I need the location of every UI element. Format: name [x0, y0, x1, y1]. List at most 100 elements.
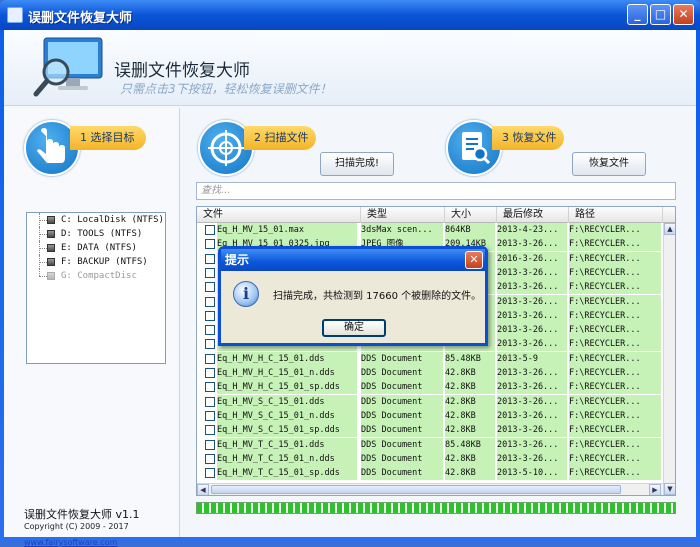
maximize-button[interactable]: □ [650, 4, 671, 25]
cell-type: DDS Document [361, 408, 443, 423]
cell-path: F:\RECYCLER... [569, 466, 661, 481]
scroll-left-icon[interactable]: ◀ [197, 484, 209, 495]
cell-modified: 2013-5-9 [497, 351, 567, 366]
cell-size: 864KB [445, 223, 495, 237]
cell-file: Eq_H_MV_S_C_15_01_sp.dds [217, 423, 357, 438]
cell-type: DDS Document [361, 366, 443, 380]
cell-modified: 2013-4-23... [497, 223, 567, 237]
table-row[interactable]: Eq_H_MV_H_C_15_01.dds DDS Document 85.48KB… [197, 351, 663, 366]
title-bar[interactable]: 误删文件恢复大师 _ □ ✕ [0, 0, 700, 30]
row-checkbox[interactable] [205, 339, 215, 350]
cell-path: F:\RECYCLER... [569, 323, 661, 338]
drive-item-c[interactable]: C: LocalDisk (NTFS) [27, 213, 165, 227]
vertical-scrollbar[interactable]: ▲ ▼ [663, 223, 675, 495]
row-checkbox[interactable] [205, 353, 215, 364]
scroll-up-icon[interactable]: ▲ [664, 223, 675, 235]
scan-progress-bar [196, 502, 676, 514]
close-button[interactable]: ✕ [673, 4, 694, 25]
row-checkbox[interactable] [205, 468, 215, 479]
scroll-right-icon[interactable]: ▶ [649, 484, 661, 495]
scroll-down-icon[interactable]: ▼ [664, 483, 675, 495]
website-link[interactable]: www.fairysoftware.com [24, 538, 117, 547]
row-checkbox[interactable] [205, 396, 215, 407]
cell-path: F:\RECYCLER... [569, 408, 661, 423]
cell-file: Eq_H_MV_H_C_15_01.dds [217, 351, 357, 366]
cell-size: 85.48KB [445, 351, 495, 366]
table-row[interactable]: Eq_H_MV_T_C_15_01_sp.dds DDS Document 42.8… [197, 466, 663, 481]
row-checkbox[interactable] [205, 253, 215, 264]
cell-file: Eq_H_MV_H_C_15_01_sp.dds [217, 380, 357, 395]
cell-path: F:\RECYCLER... [569, 265, 661, 280]
dialog-title[interactable]: 提示 [221, 249, 485, 271]
row-checkbox[interactable] [205, 410, 215, 421]
cell-size: 85.48KB [445, 437, 495, 452]
drive-item-d[interactable]: D: TOOLS (NTFS) [27, 227, 165, 241]
horizontal-scrollbar[interactable]: ◀ ▶ [197, 483, 663, 495]
row-checkbox[interactable] [205, 225, 215, 235]
row-checkbox[interactable] [205, 239, 215, 250]
cell-path: F:\RECYCLER... [569, 251, 661, 266]
header-banner: 误删文件恢复大师 只需点击3下按钮，轻松恢复误删文件！ [4, 30, 696, 106]
table-row[interactable]: Eq_H_MV_S_C_15_01.dds DDS Document 42.8KB 2… [197, 394, 663, 409]
search-input[interactable]: 查找... [196, 182, 676, 200]
cell-modified: 2016-3-26... [497, 251, 567, 266]
drive-item-e[interactable]: E: DATA (NTFS) [27, 241, 165, 255]
row-checkbox[interactable] [205, 453, 215, 464]
cell-modified: 2013-3-26... [497, 394, 567, 409]
row-checkbox[interactable] [205, 368, 215, 378]
cell-modified: 2013-3-26... [497, 408, 567, 423]
drive-item-f[interactable]: F: BACKUP (NTFS) [27, 255, 165, 269]
dialog-ok-button[interactable]: 确定 [322, 319, 386, 337]
cell-path: F:\RECYCLER... [569, 223, 661, 237]
table-row[interactable]: Eq_H_MV_15_01.max 3dsMax scen... 864KB 2013… [197, 223, 663, 237]
cell-path: F:\RECYCLER... [569, 351, 661, 366]
row-checkbox[interactable] [205, 296, 215, 307]
cell-size: 42.8KB [445, 466, 495, 481]
table-header: 文件 类型 大小 最后修改 路径 [197, 207, 675, 223]
table-row[interactable]: Eq_H_MV_S_C_15_01_sp.dds DDS Document 42.8… [197, 423, 663, 438]
cell-file: Eq_H_MV_S_C_15_01_n.dds [217, 408, 357, 423]
cell-modified: 2013-3-26... [497, 237, 567, 252]
cell-file: Eq_H_MV_T_C_15_01_n.dds [217, 451, 357, 466]
row-checkbox[interactable] [205, 282, 215, 293]
scan-button[interactable]: 扫描完成! [320, 152, 394, 176]
row-checkbox[interactable] [205, 310, 215, 321]
cell-path: F:\RECYCLER... [569, 294, 661, 309]
row-checkbox[interactable] [205, 439, 215, 450]
cell-type: DDS Document [361, 351, 443, 366]
col-header-file[interactable]: 文件 [197, 207, 361, 223]
table-row[interactable]: Eq_H_MV_H_C_15_01_n.dds DDS Document 42.8K… [197, 366, 663, 380]
row-checkbox[interactable] [205, 325, 215, 336]
cell-type: 3dsMax scen... [361, 223, 443, 237]
cell-size: 42.8KB [445, 423, 495, 438]
recover-button[interactable]: 恢复文件 [572, 152, 646, 176]
cell-path: F:\RECYCLER... [569, 380, 661, 395]
minimize-button[interactable]: _ [627, 4, 648, 25]
dialog-close-button[interactable]: ✕ [465, 251, 483, 269]
row-checkbox[interactable] [205, 267, 215, 278]
cell-modified: 2013-3-26... [497, 366, 567, 380]
app-icon [7, 7, 23, 23]
cell-size: 42.8KB [445, 366, 495, 380]
cell-modified: 2013-3-26... [497, 323, 567, 338]
header-app-name: 误删文件恢复大师 [114, 61, 250, 81]
col-header-size[interactable]: 大小 [445, 207, 497, 223]
col-header-modified[interactable]: 最后修改 [497, 207, 569, 223]
window-title: 误删文件恢复大师 [28, 11, 133, 26]
step3-label: 3 恢复文件 [492, 126, 564, 150]
monitor-magnifier-logo-icon [33, 37, 103, 97]
row-checkbox[interactable] [205, 425, 215, 436]
drive-tree[interactable]: C: LocalDisk (NTFS) D: TOOLS (NTFS) E: D… [26, 212, 166, 364]
cell-type: DDS Document [361, 394, 443, 409]
cell-size: 42.8KB [445, 451, 495, 466]
col-header-path[interactable]: 路径 [569, 207, 663, 223]
left-panel: 1 选择目标 C: LocalDisk (NTFS) D: TOOLS (NTF… [4, 108, 180, 547]
table-row[interactable]: Eq_H_MV_S_C_15_01_n.dds DDS Document 42.8K… [197, 408, 663, 423]
row-checkbox[interactable] [205, 382, 215, 393]
table-row[interactable]: Eq_H_MV_H_C_15_01_sp.dds DDS Document 42.8… [197, 380, 663, 395]
col-header-type[interactable]: 类型 [361, 207, 445, 223]
cell-modified: 2013-3-26... [497, 451, 567, 466]
table-row[interactable]: Eq_H_MV_T_C_15_01.dds DDS Document 85.48KB… [197, 437, 663, 452]
hscroll-thumb[interactable] [211, 485, 621, 494]
table-row[interactable]: Eq_H_MV_T_C_15_01_n.dds DDS Document 42.8K… [197, 451, 663, 466]
